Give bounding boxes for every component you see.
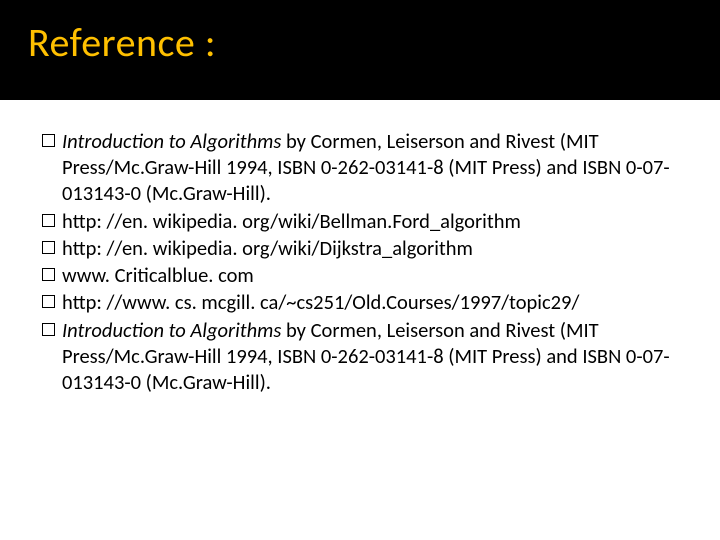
list-item-text: http: //en. wikipedia. org/wiki/Bellman.… [62,208,678,234]
rest-part: http: //en. wikipedia. org/wiki/Bellman.… [62,208,521,234]
bullet-icon [42,295,55,308]
list-item-text: Introduction to Algorithms by Cormen, Le… [62,317,678,396]
slide-title-bar: Reference : [0,0,720,100]
list-item-text: http: //www. cs. mcgill. ca/~cs251/Old.C… [62,289,678,315]
list-item-text: Introduction to Algorithms by Cormen, Le… [62,128,678,207]
italic-part: Introduction to Algorithms [62,317,281,343]
list-item: http: //en. wikipedia. org/wiki/Dijkstra… [42,235,678,261]
rest-part: http: //en. wikipedia. org/wiki/Dijkstra… [62,235,473,261]
bullet-icon [42,214,55,227]
bullet-icon [42,241,55,254]
bullet-icon [42,268,55,281]
list-item: Introduction to Algorithms by Cormen, Le… [42,317,678,396]
bullet-icon [42,134,55,147]
list-item-text: www. Criticalblue. com [62,262,678,288]
italic-part: Introduction to Algorithms [62,128,281,154]
bullet-icon [42,323,55,336]
list-item: http: //www. cs. mcgill. ca/~cs251/Old.C… [42,289,678,315]
slide-content: Introduction to Algorithms by Cormen, Le… [0,100,720,416]
list-item: www. Criticalblue. com [42,262,678,288]
rest-part: http: //www. cs. mcgill. ca/~cs251/Old.C… [62,289,579,315]
rest-part: www. Criticalblue. com [62,262,254,288]
list-item: Introduction to Algorithms by Cormen, Le… [42,128,678,207]
slide-title: Reference : [28,18,692,67]
list-item-text: http: //en. wikipedia. org/wiki/Dijkstra… [62,235,678,261]
list-item: http: //en. wikipedia. org/wiki/Bellman.… [42,208,678,234]
